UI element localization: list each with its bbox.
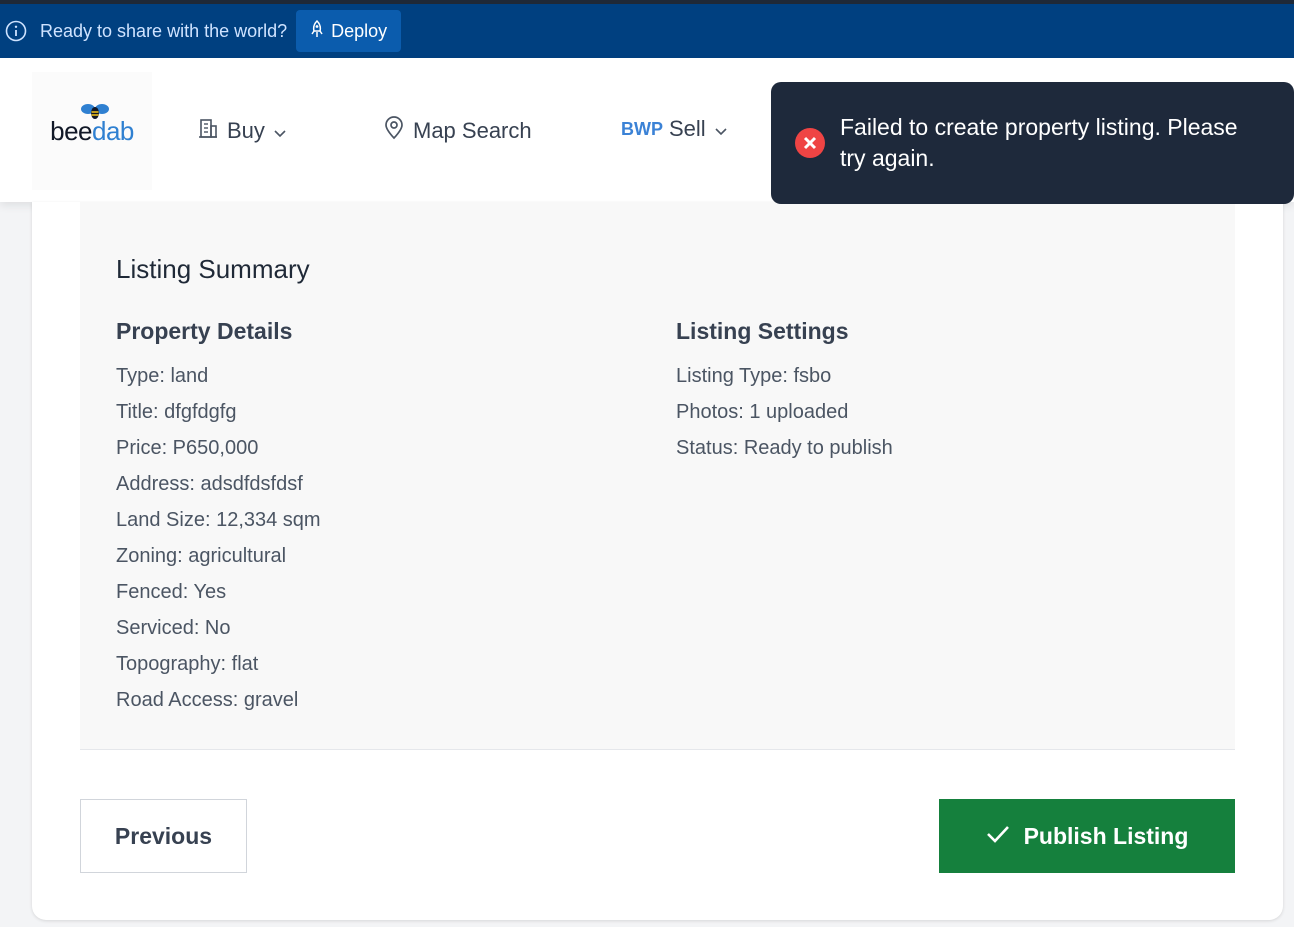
nav-sell[interactable]: BWP Sell — [621, 116, 727, 142]
publish-button-label: Publish Listing — [1023, 822, 1189, 849]
deploy-banner: Ready to share with the world? Deploy — [0, 4, 1294, 58]
detail-item: Title: dfgfdgfg — [116, 401, 237, 423]
detail-item: Type: land — [116, 365, 209, 387]
listing-summary: Listing Summary Property Details Type: l… — [80, 202, 1235, 750]
publish-listing-button[interactable]: Publish Listing — [939, 799, 1235, 873]
detail-item: Topography: flat — [116, 653, 259, 675]
deploy-message: Ready to share with the world? — [40, 20, 288, 41]
bee-icon — [81, 103, 110, 119]
detail-item: Land Size: 12,334 sqm — [116, 509, 321, 531]
listing-card: Listing Summary Property Details Type: l… — [32, 202, 1283, 920]
currency-label: BWP — [621, 118, 663, 139]
x-circle-icon — [795, 128, 825, 158]
property-details-heading: Property Details — [116, 318, 293, 344]
setting-item: Listing Type: fsbo — [676, 365, 832, 387]
chevron-down-icon — [715, 116, 727, 142]
building-icon — [196, 116, 220, 146]
logo[interactable]: beedab — [32, 72, 152, 190]
deploy-button-label: Deploy — [331, 20, 388, 41]
setting-item: Photos: 1 uploaded — [676, 401, 849, 423]
listing-settings-heading: Listing Settings — [676, 318, 849, 344]
rocket-icon — [309, 19, 331, 43]
nav-map-search-label: Map Search — [413, 118, 532, 143]
listing-settings-list: Listing Type: fsbo Photos: 1 uploaded St… — [676, 362, 893, 470]
previous-button-label: Previous — [114, 822, 213, 849]
deploy-button[interactable]: Deploy — [296, 10, 402, 52]
property-details-list: Type: land Title: dfgfdgfg Price: P650,0… — [116, 362, 321, 722]
nav-buy-label: Buy — [227, 118, 265, 143]
nav-sell-label: Sell — [669, 116, 706, 141]
check-icon — [986, 823, 1024, 850]
map-pin-icon — [383, 116, 405, 146]
nav-map-search[interactable]: Map Search — [383, 116, 532, 146]
previous-button[interactable]: Previous — [80, 799, 247, 873]
info-icon — [5, 20, 27, 42]
error-toast: Failed to create property listing. Pleas… — [771, 82, 1294, 204]
setting-item: Status: Ready to publish — [676, 437, 893, 459]
detail-item: Address: adsdfdsfdsf — [116, 473, 303, 495]
detail-item: Serviced: No — [116, 617, 231, 639]
detail-item: Zoning: agricultural — [116, 545, 287, 567]
toast-message: Failed to create property listing. Pleas… — [840, 114, 1238, 171]
chevron-down-icon — [274, 118, 286, 144]
summary-title: Listing Summary — [116, 254, 310, 284]
nav-buy[interactable]: Buy — [196, 116, 286, 146]
detail-item: Fenced: Yes — [116, 581, 227, 603]
detail-item: Road Access: gravel — [116, 689, 299, 711]
detail-item: Price: P650,000 — [116, 437, 259, 459]
